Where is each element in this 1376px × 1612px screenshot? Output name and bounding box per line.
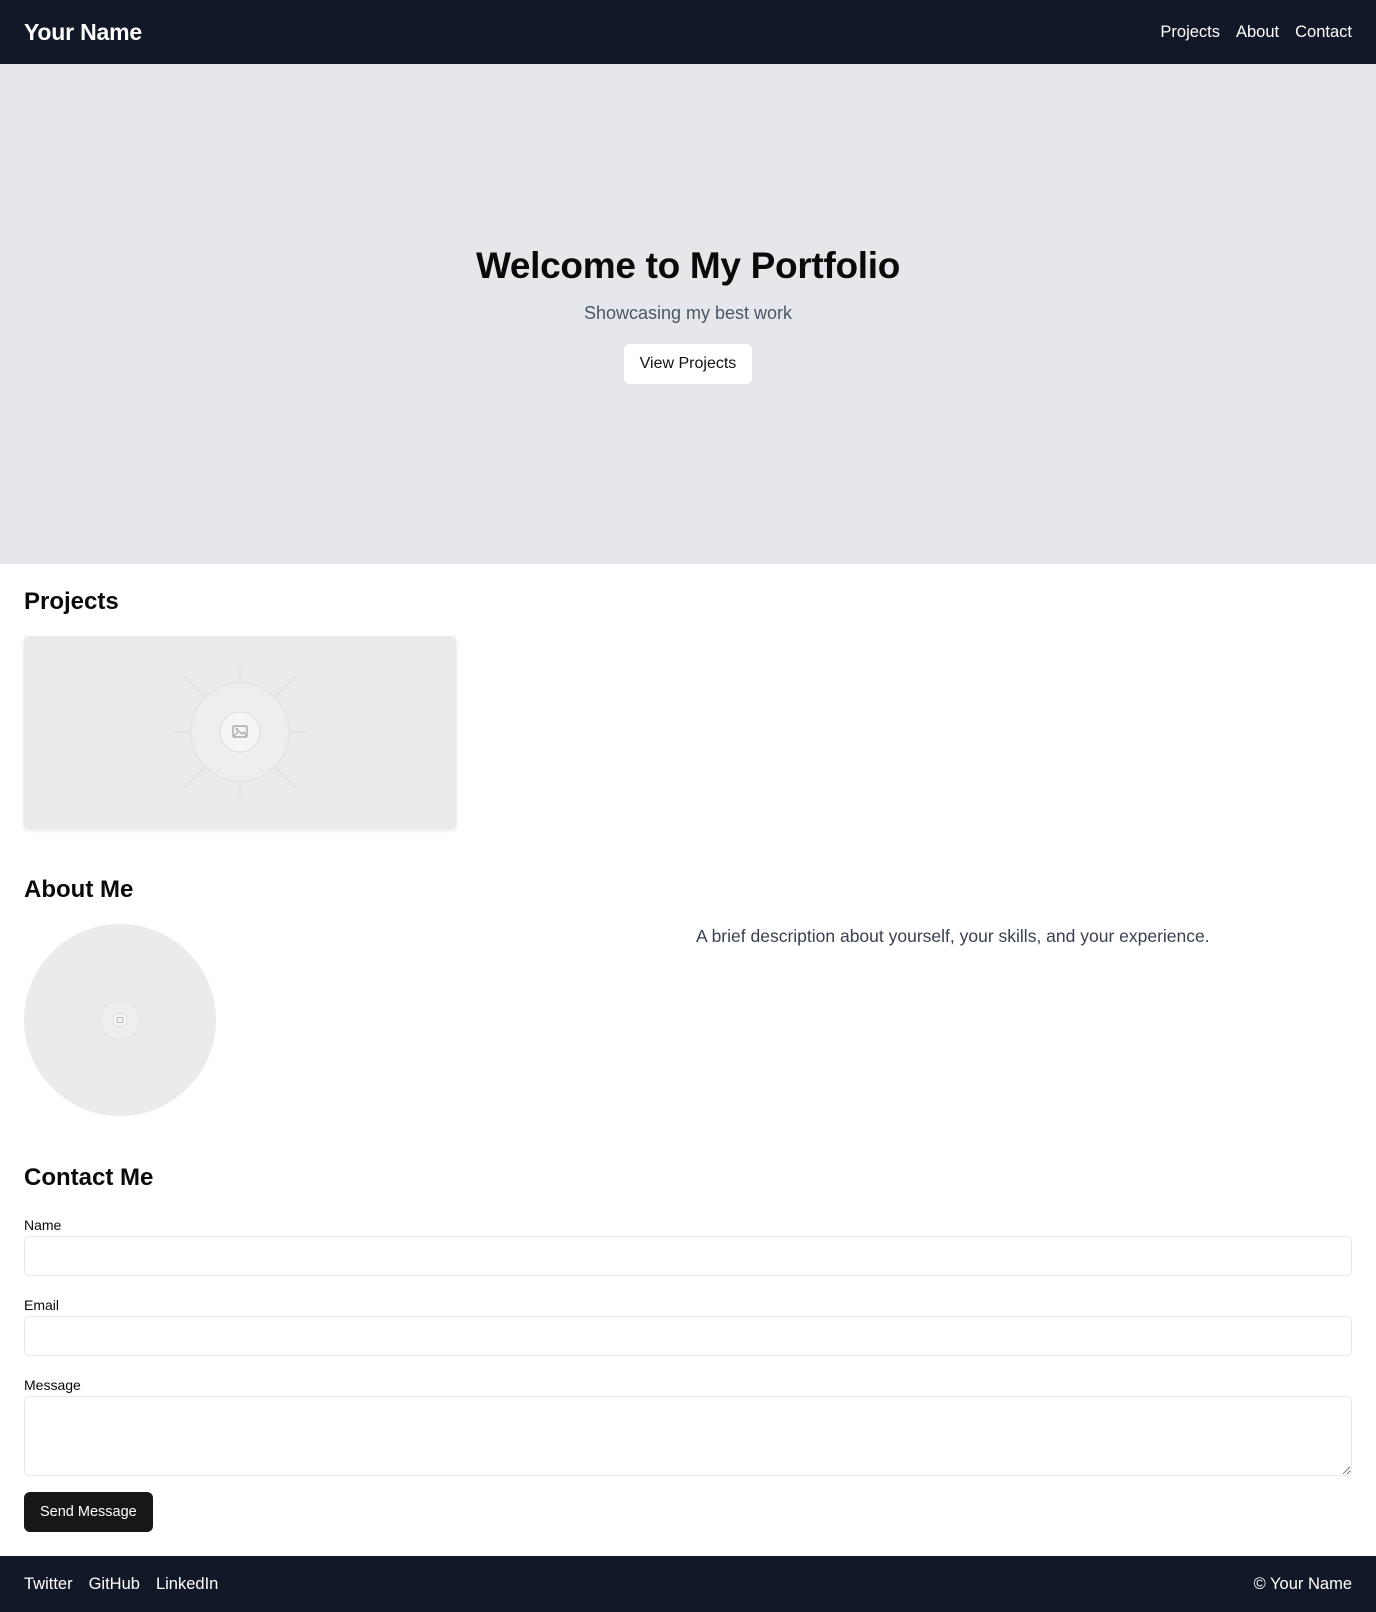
message-label: Message — [24, 1377, 81, 1393]
view-projects-button[interactable]: View Projects — [623, 343, 753, 384]
linkedin-link[interactable]: LinkedIn — [156, 1575, 218, 1594]
site-footer: Twitter GitHub LinkedIn © Your Name — [0, 1556, 1376, 1612]
main-nav: Projects About Contact — [1160, 23, 1352, 42]
image-placeholder-icon — [174, 666, 306, 798]
copyright-text: © Your Name — [1253, 1574, 1352, 1593]
brand-name[interactable]: Your Name — [24, 19, 142, 46]
nav-about-link[interactable]: About — [1236, 23, 1279, 42]
hero-subtitle: Showcasing my best work — [583, 302, 793, 323]
email-field[interactable] — [24, 1316, 1352, 1356]
project-card[interactable] — [24, 636, 456, 828]
social-links: Twitter GitHub LinkedIn — [24, 1575, 218, 1594]
nav-contact-link[interactable]: Contact — [1295, 23, 1352, 42]
hero-title: Welcome to My Portfolio — [475, 244, 901, 286]
twitter-link[interactable]: Twitter — [24, 1575, 73, 1594]
send-message-button[interactable]: Send Message — [24, 1492, 153, 1532]
projects-heading: Projects — [24, 588, 119, 615]
name-label: Name — [24, 1217, 62, 1233]
about-description: A brief description about yourself, your… — [696, 926, 1210, 946]
hero-section: Welcome to My Portfolio Showcasing my be… — [0, 64, 1376, 564]
about-heading: About Me — [24, 876, 134, 903]
message-field[interactable] — [24, 1396, 1352, 1476]
name-field[interactable] — [24, 1236, 1352, 1276]
nav-projects-link[interactable]: Projects — [1160, 23, 1220, 42]
avatar — [24, 924, 216, 1116]
github-link[interactable]: GitHub — [89, 1575, 140, 1594]
image-placeholder-icon — [98, 998, 142, 1042]
email-label: Email — [24, 1297, 60, 1313]
site-header: Your Name Projects About Contact — [0, 0, 1376, 64]
contact-heading: Contact Me — [24, 1164, 154, 1191]
